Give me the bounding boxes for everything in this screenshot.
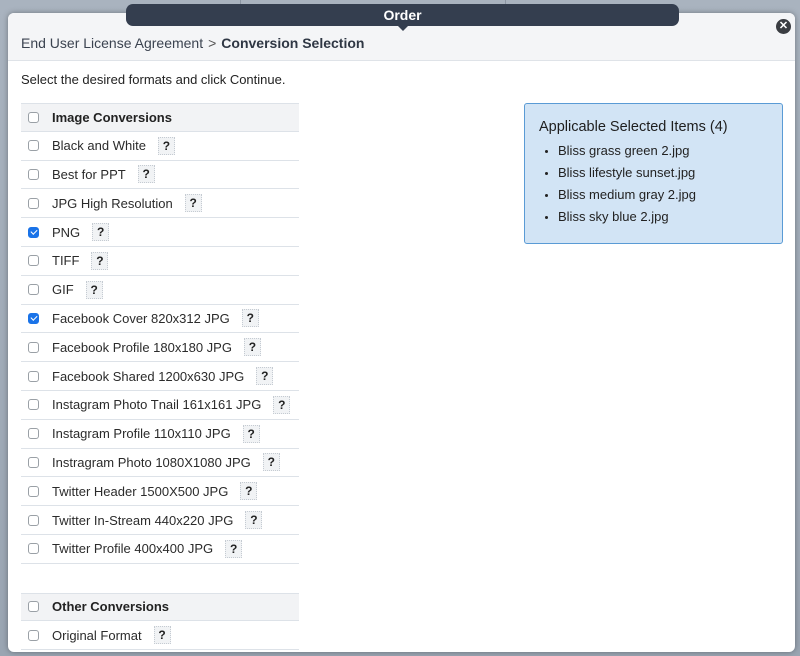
option-row-gif: GIF? bbox=[21, 276, 299, 305]
group-label: Other Conversions bbox=[52, 599, 170, 615]
option-checkbox[interactable] bbox=[28, 168, 39, 180]
dialog-title: Order bbox=[383, 7, 422, 23]
option-label[interactable]: Instagram Profile 110x110 JPG bbox=[52, 426, 231, 441]
select-all-checkbox[interactable] bbox=[28, 601, 39, 613]
option-label[interactable]: Instagram Photo Tnail 161x161 JPG bbox=[52, 397, 261, 412]
instructions-text: Select the desired formats and click Con… bbox=[21, 72, 286, 87]
help-icon[interactable]: ? bbox=[184, 194, 202, 213]
order-dialog: End User License Agreement > Conversion … bbox=[8, 13, 795, 652]
help-icon[interactable]: ? bbox=[240, 482, 258, 501]
option-row-black-and-white: Black and White? bbox=[21, 132, 299, 161]
option-row-twitter-profile-400x400-jpg: Twitter Profile 400x400 JPG? bbox=[21, 535, 299, 564]
option-label[interactable]: Facebook Shared 1200x630 JPG bbox=[52, 369, 244, 384]
help-icon[interactable]: ? bbox=[273, 395, 291, 414]
select-all-checkbox[interactable] bbox=[28, 111, 39, 123]
help-icon[interactable]: ? bbox=[91, 251, 109, 270]
help-icon[interactable]: ? bbox=[262, 453, 280, 472]
option-checkbox[interactable] bbox=[28, 629, 39, 641]
breadcrumb-item-eula[interactable]: End User License Agreement bbox=[21, 35, 203, 51]
close-icon: ✕ bbox=[778, 20, 789, 32]
option-checkbox[interactable] bbox=[28, 514, 39, 526]
option-row-instagram-photo-tnail-161x161-jpg: Instagram Photo Tnail 161x161 JPG? bbox=[21, 391, 299, 420]
option-row-original-format: Original Format? bbox=[21, 621, 299, 651]
breadcrumb-separator: > bbox=[208, 35, 217, 51]
option-label[interactable]: Facebook Cover 820x312 JPG bbox=[52, 311, 230, 326]
option-checkbox[interactable] bbox=[28, 226, 39, 238]
option-label[interactable]: Instragram Photo 1080X1080 JPG bbox=[52, 455, 251, 470]
option-row-facebook-cover-820x312-jpg: Facebook Cover 820x312 JPG? bbox=[21, 305, 299, 334]
option-row-best-for-ppt: Best for PPT? bbox=[21, 161, 299, 190]
selected-item: Bliss sky blue 2.jpg bbox=[539, 206, 768, 228]
help-icon[interactable]: ? bbox=[137, 165, 155, 184]
option-label[interactable]: Facebook Profile 180x180 JPG bbox=[52, 340, 232, 355]
option-checkbox[interactable] bbox=[28, 312, 39, 324]
option-label[interactable]: Twitter In-Stream 440x220 JPG bbox=[52, 513, 233, 528]
option-checkbox[interactable] bbox=[28, 428, 39, 440]
close-button[interactable]: ✕ bbox=[776, 19, 791, 34]
option-row-facebook-profile-180x180-jpg: Facebook Profile 180x180 JPG? bbox=[21, 333, 299, 363]
help-icon[interactable]: ? bbox=[85, 280, 103, 299]
help-icon[interactable]: ? bbox=[256, 367, 274, 386]
conversion-options-table: Image Conversions Black and White? Best fo… bbox=[21, 103, 299, 651]
selected-item: Bliss medium gray 2.jpg bbox=[539, 184, 768, 206]
dialog-title-tab: Order bbox=[126, 4, 679, 31]
selected-item: Bliss grass green 2.jpg bbox=[539, 140, 768, 162]
help-icon[interactable]: ? bbox=[92, 223, 110, 242]
help-icon[interactable]: ? bbox=[225, 539, 243, 558]
selected-items-title: Applicable Selected Items (4) bbox=[539, 119, 728, 135]
option-row-instagram-profile-110x110-jpg: Instagram Profile 110x110 JPG? bbox=[21, 420, 299, 449]
option-label[interactable]: PNG bbox=[52, 225, 80, 240]
option-row-png: PNG? bbox=[21, 218, 299, 247]
option-checkbox[interactable] bbox=[28, 284, 39, 296]
selected-items-list: Bliss grass green 2.jpg Bliss lifestyle s… bbox=[539, 140, 768, 228]
breadcrumb-item-current: Conversion Selection bbox=[221, 35, 365, 51]
help-icon[interactable]: ? bbox=[153, 626, 171, 645]
option-label[interactable]: Twitter Header 1500X500 JPG bbox=[52, 484, 228, 499]
group-label: Image Conversions bbox=[52, 109, 172, 125]
option-label[interactable]: TIFF bbox=[52, 253, 79, 268]
help-icon[interactable]: ? bbox=[242, 424, 260, 443]
option-checkbox[interactable] bbox=[28, 341, 39, 353]
option-checkbox[interactable] bbox=[28, 140, 39, 152]
option-row-facebook-shared-1200x630-jpg: Facebook Shared 1200x630 JPG? bbox=[21, 362, 299, 391]
option-label[interactable]: Best for PPT bbox=[52, 167, 126, 182]
option-row-jpg-high-resolution: JPG High Resolution? bbox=[21, 189, 299, 219]
help-icon[interactable]: ? bbox=[241, 309, 259, 328]
group-header-image-conversions: Image Conversions bbox=[21, 103, 299, 132]
option-row-twitter-header-1500x500-jpg: Twitter Header 1500X500 JPG? bbox=[21, 477, 299, 507]
selected-items-panel: Applicable Selected Items (4) Bliss gras… bbox=[524, 103, 783, 244]
option-label[interactable]: Original Format bbox=[52, 628, 142, 643]
option-label[interactable]: JPG High Resolution bbox=[52, 196, 173, 211]
option-checkbox[interactable] bbox=[28, 543, 39, 555]
option-checkbox[interactable] bbox=[28, 370, 39, 382]
option-row-instragram-photo-1080x1080-jpg: Instragram Photo 1080X1080 JPG? bbox=[21, 449, 299, 478]
option-checkbox[interactable] bbox=[28, 197, 39, 209]
breadcrumb: End User License Agreement > Conversion … bbox=[21, 35, 364, 51]
option-label[interactable]: Twitter Profile 400x400 JPG bbox=[52, 541, 213, 556]
option-label[interactable]: GIF bbox=[52, 282, 74, 297]
selected-item: Bliss lifestyle sunset.jpg bbox=[539, 162, 768, 184]
help-icon[interactable]: ? bbox=[243, 338, 261, 357]
group-header-other-conversions: Other Conversions bbox=[21, 592, 299, 622]
option-checkbox[interactable] bbox=[28, 456, 39, 468]
help-icon[interactable]: ? bbox=[157, 136, 175, 155]
option-row-tiff: TIFF? bbox=[21, 247, 299, 276]
option-label[interactable]: Black and White bbox=[52, 138, 146, 153]
option-checkbox[interactable] bbox=[28, 255, 39, 267]
option-checkbox[interactable] bbox=[28, 485, 39, 497]
option-row-twitter-in-stream-440x220-jpg: Twitter In-Stream 440x220 JPG? bbox=[21, 506, 299, 535]
option-checkbox[interactable] bbox=[28, 399, 39, 411]
help-icon[interactable]: ? bbox=[245, 511, 263, 530]
